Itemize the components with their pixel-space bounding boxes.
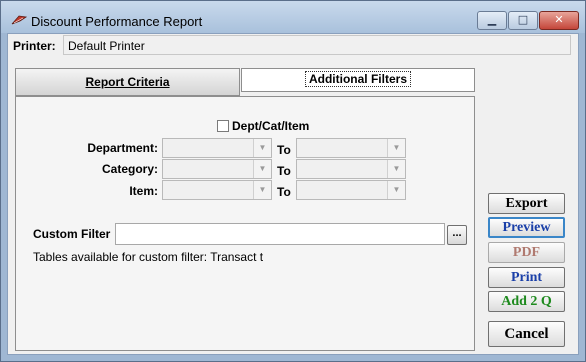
category-label: Category:	[101, 162, 158, 176]
category-from-select[interactable]: ▼	[162, 159, 272, 179]
export-button[interactable]: Export	[488, 193, 565, 214]
cancel-button[interactable]: Cancel	[488, 321, 565, 347]
category-to-label: To	[277, 164, 291, 178]
printer-label: Printer:	[13, 39, 56, 53]
chevron-down-icon[interactable]: ▼	[253, 160, 271, 178]
department-label: Department:	[87, 141, 158, 155]
item-from-select[interactable]: ▼	[162, 180, 272, 200]
item-to-select[interactable]: ▼	[296, 180, 406, 200]
feather-logo-icon	[11, 15, 27, 25]
printer-field[interactable]: Default Printer	[63, 35, 571, 55]
close-button[interactable]: ✕	[539, 11, 579, 30]
chevron-down-icon[interactable]: ▼	[387, 181, 405, 199]
custom-filter-tables-note: Tables available for custom filter: Tran…	[33, 250, 264, 264]
report-window: Discount Performance Report ▁ □ ✕ Printe…	[0, 0, 586, 362]
dept-cat-item-checkbox[interactable]	[217, 120, 229, 132]
custom-filter-label: Custom Filter	[33, 227, 111, 241]
department-to-label: To	[277, 143, 291, 157]
tab-additional-filters[interactable]: Additional Filters	[241, 68, 475, 92]
add-to-queue-button[interactable]: Add 2 Q	[488, 291, 565, 312]
custom-filter-input[interactable]	[115, 223, 445, 245]
custom-filter-browse-button[interactable]: ...	[447, 225, 467, 245]
item-to-label: To	[277, 185, 291, 199]
category-to-select[interactable]: ▼	[296, 159, 406, 179]
item-label: Item:	[129, 184, 158, 198]
minimize-button[interactable]: ▁	[477, 11, 507, 30]
dept-cat-item-label: Dept/Cat/Item	[232, 119, 310, 133]
chevron-down-icon[interactable]: ▼	[387, 160, 405, 178]
title-bar[interactable]: Discount Performance Report ▁ □ ✕	[1, 1, 585, 33]
chevron-down-icon[interactable]: ▼	[253, 181, 271, 199]
chevron-down-icon[interactable]: ▼	[253, 139, 271, 157]
tab-additional-filters-label: Additional Filters	[304, 71, 412, 87]
window-title: Discount Performance Report	[31, 14, 203, 29]
tab-report-criteria[interactable]: Report Criteria	[15, 68, 240, 96]
department-to-select[interactable]: ▼	[296, 138, 406, 158]
tab-report-criteria-label: Report Criteria	[85, 75, 170, 89]
print-button[interactable]: Print	[488, 267, 565, 288]
maximize-button[interactable]: □	[508, 11, 538, 30]
chevron-down-icon[interactable]: ▼	[387, 139, 405, 157]
pdf-button[interactable]: PDF	[488, 242, 565, 263]
department-from-select[interactable]: ▼	[162, 138, 272, 158]
preview-button[interactable]: Preview	[488, 217, 565, 238]
